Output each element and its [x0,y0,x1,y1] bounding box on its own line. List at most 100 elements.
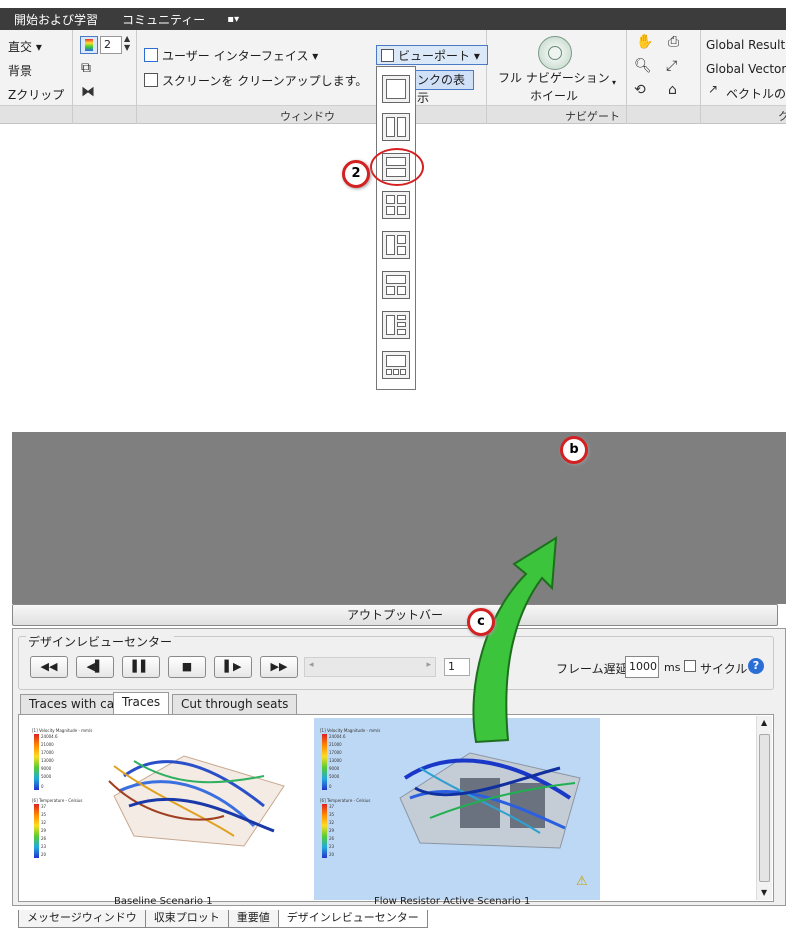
navigation-wheel-icon[interactable] [538,36,572,70]
mirror-icon[interactable]: ⧓ [81,84,95,100]
scroll-down-icon[interactable]: ▼ [761,888,767,897]
cycle-label: サイクル [700,662,748,676]
scroll-up-icon[interactable]: ▲ [761,718,767,727]
slider-right-icon: ▸ [426,660,431,670]
layout-two-vertical[interactable] [382,113,410,141]
scenario-caption: Flow Resistor Active Scenario 1 [374,896,531,907]
tab-traces-with-car[interactable]: Traces with car [20,694,129,714]
step-back-button[interactable]: ◀▌ [76,656,114,678]
spin-arrows-icon[interactable]: ▲ ▼ [124,34,130,52]
velocity-legend: [1] Velocity Magnitude - mm/s 24004.6 21… [32,728,102,858]
viewport-button[interactable]: ビューポート ▾ [376,45,488,65]
gallery-scrollbar[interactable]: ▲ ▼ [756,716,772,900]
pan-hand-icon[interactable]: ✋ [636,34,653,50]
stop-button[interactable]: ■ [168,656,206,678]
slider-left-icon: ◂ [309,660,314,670]
background-button[interactable]: 背景 [8,62,32,79]
layout-three-top[interactable] [382,271,410,299]
tab-cut-through-seats[interactable]: Cut through seats [172,694,298,714]
flow-trace-image [399,752,581,849]
cleanup-screen-button[interactable]: スクリーンを クリーンアップします。 [162,72,367,89]
ribbon-separator [626,30,627,124]
menu-item-community[interactable]: コミュニティー [108,11,215,28]
group-label-navigate: ナビゲート [565,110,620,123]
legend-value: 17000 [329,750,342,755]
viewport-layout-dropdown [376,66,416,390]
legend-value: 0 [41,784,44,789]
scrollbar-thumb[interactable] [759,734,770,882]
copy-icon[interactable]: ⧉ [81,60,91,76]
count-input[interactable]: 2 [100,36,122,54]
legend-value: 20 [329,852,335,857]
legend-title: [6] Temperature - Celsius [32,798,83,803]
cleanup-icon [144,73,158,87]
layout-four[interactable] [382,191,410,219]
nav-dropdown-icon[interactable]: ▾ [612,78,616,87]
full-navigation-wheel-label[interactable]: フル ナビゲーション [498,69,610,86]
group-label-cut: ク [778,110,786,123]
menu-item-getting-started[interactable]: 開始および学習 [0,11,108,28]
legend-value: 9000 [41,766,52,771]
legend-value: 37 [329,804,335,809]
group-label-window: ウィンドウ [280,110,335,123]
callout-c: c [467,608,495,636]
rewind-button[interactable]: ◀◀ [30,656,68,678]
legend-value: 32 [41,820,47,825]
legend-color-icon[interactable] [80,36,98,54]
global-result-label[interactable]: Global Result: [706,38,786,52]
home-icon[interactable]: ⌂ [668,82,677,98]
tab-convergence-plot[interactable]: 収束プロット [144,910,229,928]
cycle-checkbox[interactable] [684,660,696,672]
tab-design-review-center[interactable]: デザインレビューセンター [277,910,428,928]
legend-value: 21000 [329,742,342,747]
ortho-button[interactable]: 直交 ▾ [8,38,42,55]
callout-2: 2 [342,160,370,188]
legend-value: 26 [329,836,335,841]
legend-value: 5000 [329,774,340,779]
legend-value: 35 [41,812,47,817]
scenario-thumbnail[interactable]: [1] Velocity Magnitude - mm/s 24004.6 21… [24,718,310,907]
tab-traces[interactable]: Traces [113,692,170,715]
graphics-window[interactable] [12,432,786,604]
legend-value: 37 [41,804,47,809]
selection-highlight-oval [370,148,424,186]
layout-four-left[interactable] [382,311,410,339]
menu-extra-dropdown[interactable]: ▪▾ [227,14,239,25]
zoom-icon[interactable]: 🔍︎ [634,58,652,74]
legend-value: 13000 [329,758,342,763]
legend-value: 23 [329,844,335,849]
legend-value: 17000 [41,750,54,755]
link-display-button[interactable]: ンクの表示 [414,70,474,105]
layout-three-left[interactable] [382,231,410,259]
fit-icon[interactable]: ⤢ [666,58,677,74]
tab-message-window[interactable]: メッセージウィンドウ [18,910,146,928]
step-forward-button[interactable]: ▌▶ [214,656,252,678]
tab-critical-values[interactable]: 重要値 [227,910,279,928]
fast-forward-button[interactable]: ▶▶ [260,656,298,678]
scenario-caption: Baseline Scenario 1 [114,896,213,907]
orbit-icon[interactable]: ⟲ [634,82,646,98]
legend-value: 29 [329,828,335,833]
legend-value: 9000 [329,766,340,771]
zclip-button[interactable]: Zクリップ [8,86,64,103]
help-icon[interactable]: ? [748,658,764,674]
vector-button[interactable]: ベクトルの [726,85,786,102]
frame-delay-input[interactable]: 1000 [625,656,659,678]
wheel-label[interactable]: ホイール [530,87,578,104]
global-vector-label[interactable]: Global Vector: [706,62,786,76]
print-icon[interactable]: ⎙ [668,34,679,50]
output-bar-button[interactable]: アウトプットバー [12,604,778,626]
layout-four-bottom[interactable] [382,351,410,379]
legend-value: 32 [329,820,335,825]
frame-slider[interactable]: ◂ ▸ [304,657,436,677]
pause-button[interactable]: ▌▌ [122,656,160,678]
user-interface-button[interactable]: ユーザー インターフェイス ▾ [162,47,318,64]
legend-value: 24004.6 [41,734,58,739]
layout-single[interactable] [382,75,410,103]
legend-value: 35 [329,812,335,817]
ui-icon [144,48,158,62]
ribbon-separator [72,30,73,124]
callout-b: b [560,436,588,464]
flow-trace-image [108,755,285,847]
legend-title: [6] Temperature - Celsius [320,798,371,803]
